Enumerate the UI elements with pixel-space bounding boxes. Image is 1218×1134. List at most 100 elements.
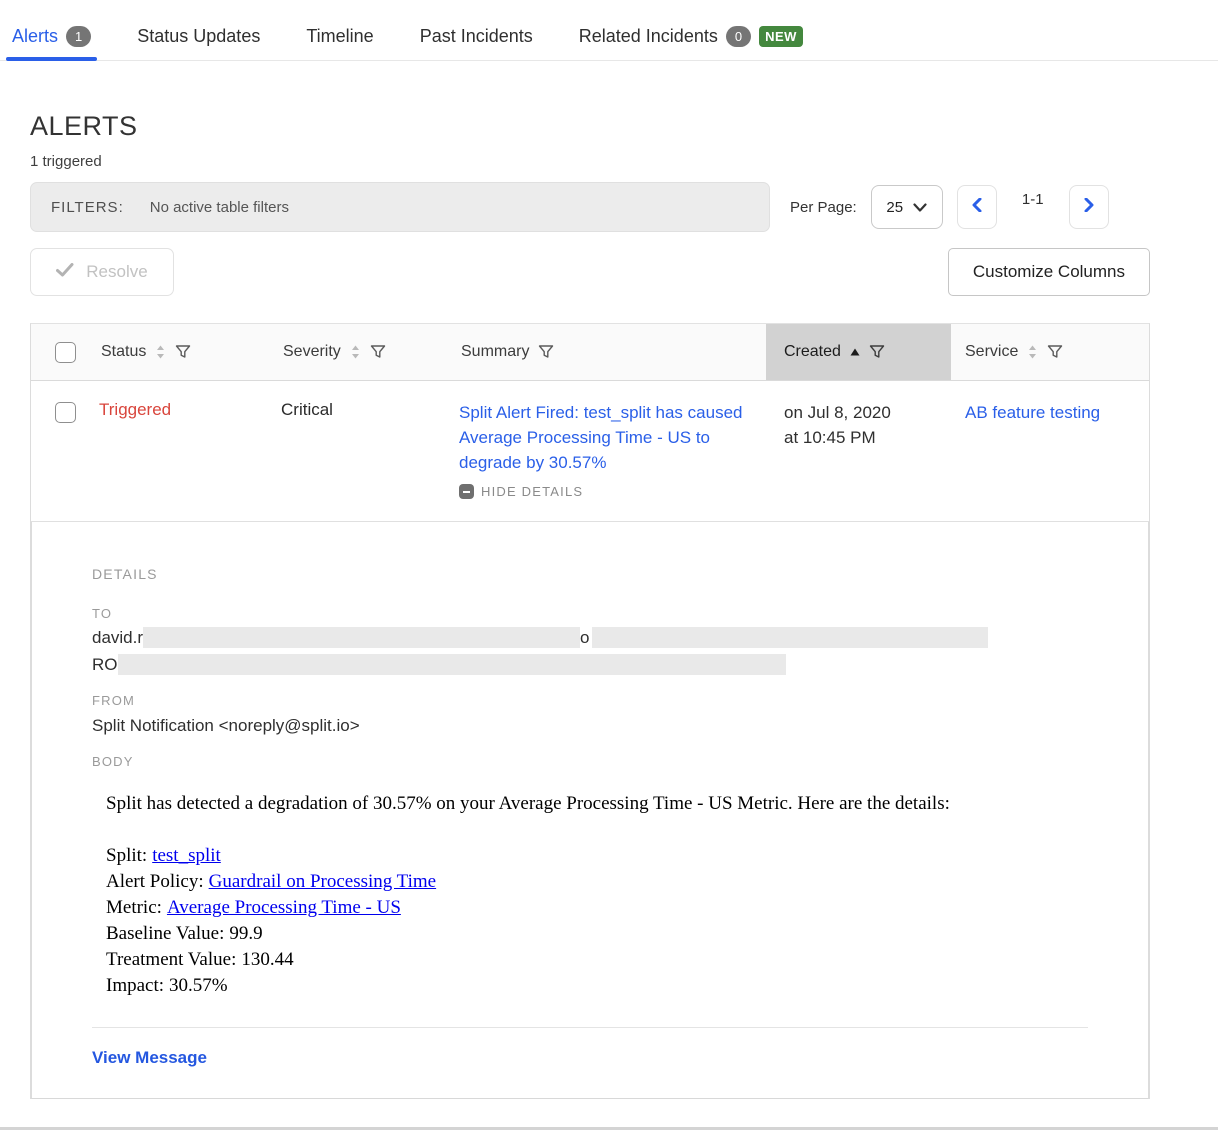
filter-funnel-icon[interactable] bbox=[1047, 344, 1063, 360]
pagination-controls: Per Page: 25 1-1 of 1 bbox=[790, 185, 1109, 229]
column-header-created[interactable]: Created bbox=[766, 324, 951, 380]
to-recipient-text: david.r bbox=[92, 628, 143, 648]
page-range-value: 1-1 bbox=[1011, 191, 1055, 208]
created-cell: on Jul 8, 2020 at 10:45 PM bbox=[766, 381, 951, 521]
service-cell: AB feature testing bbox=[951, 381, 1149, 521]
page-title: ALERTS bbox=[30, 111, 1150, 142]
to-section: TO david.r o RO bbox=[92, 606, 1088, 675]
to-label: TO bbox=[92, 606, 1088, 621]
created-date: on Jul 8, 2020 bbox=[784, 400, 951, 425]
severity-column-label: Severity bbox=[283, 343, 341, 361]
tab-related-incidents-label: Related Incidents bbox=[579, 26, 718, 47]
row-checkbox[interactable] bbox=[55, 402, 76, 423]
service-column-label: Service bbox=[965, 343, 1018, 361]
sort-icon[interactable] bbox=[350, 344, 361, 360]
filter-funnel-icon[interactable] bbox=[538, 344, 554, 360]
details-divider bbox=[92, 1027, 1088, 1028]
view-message-link[interactable]: View Message bbox=[92, 1048, 207, 1068]
field-label: Baseline Value: bbox=[106, 923, 224, 944]
select-all-checkbox[interactable] bbox=[55, 342, 76, 363]
field-label: Impact: bbox=[106, 975, 164, 996]
to-recipients-line-2: RO bbox=[92, 654, 1088, 675]
column-header-status[interactable]: Status bbox=[99, 324, 281, 380]
tab-alerts[interactable]: Alerts 1 bbox=[12, 26, 91, 60]
per-page-value: 25 bbox=[886, 199, 903, 216]
filter-funnel-icon[interactable] bbox=[175, 344, 191, 360]
tab-status-updates-label: Status Updates bbox=[137, 26, 260, 47]
tab-timeline[interactable]: Timeline bbox=[306, 26, 373, 60]
treatment-value: 130.44 bbox=[241, 949, 293, 970]
field-label: Alert Policy: bbox=[106, 871, 204, 892]
tab-bar: Alerts 1 Status Updates Timeline Past In… bbox=[0, 0, 1218, 61]
field-label: Metric: bbox=[106, 897, 162, 918]
per-page-select[interactable]: 25 bbox=[871, 185, 943, 229]
customize-columns-label: Customize Columns bbox=[973, 262, 1125, 282]
body-section: BODY Split has detected a degradation of… bbox=[92, 754, 1088, 999]
tab-related-incidents[interactable]: Related Incidents 0 NEW bbox=[579, 26, 803, 60]
filter-funnel-icon[interactable] bbox=[869, 344, 885, 360]
email-intro-text: Split has detected a degradation of 30.5… bbox=[106, 791, 1088, 817]
sort-icon[interactable] bbox=[155, 344, 166, 360]
check-icon bbox=[56, 262, 74, 282]
customize-columns-button[interactable]: Customize Columns bbox=[948, 248, 1150, 296]
email-field-alert-policy: Alert Policy:Guardrail on Processing Tim… bbox=[106, 869, 1088, 895]
next-page-button[interactable] bbox=[1069, 185, 1109, 229]
from-section: FROM Split Notification <noreply@split.i… bbox=[92, 693, 1088, 736]
alerts-table: Status Severity Summary Created Service bbox=[30, 323, 1150, 1099]
created-column-label: Created bbox=[784, 343, 841, 361]
action-row: Resolve Customize Columns bbox=[30, 248, 1150, 296]
column-header-service[interactable]: Service bbox=[951, 324, 1149, 380]
page-range: 1-1 of 1 bbox=[1011, 191, 1055, 223]
filters-bar[interactable]: FILTERS: No active table filters bbox=[30, 182, 770, 232]
sort-ascending-icon[interactable] bbox=[850, 348, 860, 356]
tab-status-updates[interactable]: Status Updates bbox=[137, 26, 260, 60]
from-value: Split Notification <noreply@split.io> bbox=[92, 716, 1088, 736]
hide-details-label: HIDE DETAILS bbox=[481, 484, 583, 499]
per-page-label: Per Page: bbox=[790, 199, 857, 216]
chevron-down-icon bbox=[913, 199, 927, 216]
sort-icon[interactable] bbox=[1027, 344, 1038, 360]
redacted-text-bar bbox=[143, 627, 580, 648]
collapse-minus-icon bbox=[459, 484, 474, 499]
to-recipients-line-1: david.r o bbox=[92, 627, 1088, 648]
triggered-count: 1 triggered bbox=[30, 153, 1150, 170]
hide-details-toggle[interactable]: HIDE DETAILS bbox=[459, 484, 766, 499]
body-label: BODY bbox=[92, 754, 1088, 769]
alert-policy-link[interactable]: Guardrail on Processing Time bbox=[209, 871, 436, 892]
page-bottom-edge bbox=[0, 1127, 1218, 1130]
tab-alerts-label: Alerts bbox=[12, 26, 58, 47]
metric-link[interactable]: Average Processing Time - US bbox=[167, 897, 401, 918]
related-incidents-count-badge: 0 bbox=[726, 26, 751, 47]
tab-timeline-label: Timeline bbox=[306, 26, 373, 47]
field-label: Treatment Value: bbox=[106, 949, 236, 970]
email-field-split: Split:test_split bbox=[106, 843, 1088, 869]
previous-page-button[interactable] bbox=[957, 185, 997, 229]
filter-funnel-icon[interactable] bbox=[370, 344, 386, 360]
page-range-total: of 1 bbox=[1011, 209, 1218, 223]
column-header-severity[interactable]: Severity bbox=[281, 324, 459, 380]
alert-summary-link[interactable]: Split Alert Fired: test_split has caused… bbox=[459, 400, 766, 475]
tab-past-incidents[interactable]: Past Incidents bbox=[420, 26, 533, 60]
chevron-right-icon bbox=[1084, 198, 1094, 217]
resolve-button[interactable]: Resolve bbox=[30, 248, 174, 296]
email-field-metric: Metric:Average Processing Time - US bbox=[106, 895, 1088, 921]
filters-label: FILTERS: bbox=[51, 199, 124, 216]
chevron-left-icon bbox=[972, 198, 982, 217]
header-checkbox-cell bbox=[31, 324, 99, 380]
created-time: at 10:45 PM bbox=[784, 425, 951, 450]
redacted-text-bar bbox=[592, 627, 988, 648]
email-field-treatment: Treatment Value:130.44 bbox=[106, 947, 1088, 973]
severity-cell: Critical bbox=[281, 381, 459, 521]
column-header-summary[interactable]: Summary bbox=[459, 324, 766, 380]
email-field-baseline: Baseline Value:99.9 bbox=[106, 921, 1088, 947]
table-header-row: Status Severity Summary Created Service bbox=[31, 324, 1149, 381]
to-recipient-text: RO bbox=[92, 655, 118, 675]
email-field-impact: Impact:30.57% bbox=[106, 973, 1088, 999]
alert-details-panel: DETAILS TO david.r o RO FROM Split Notif… bbox=[31, 522, 1149, 1099]
status-column-label: Status bbox=[101, 343, 146, 361]
service-link[interactable]: AB feature testing bbox=[951, 400, 1149, 425]
filters-status-text: No active table filters bbox=[150, 199, 289, 216]
resolve-button-label: Resolve bbox=[86, 262, 147, 282]
from-label: FROM bbox=[92, 693, 1088, 708]
split-link[interactable]: test_split bbox=[152, 845, 221, 866]
